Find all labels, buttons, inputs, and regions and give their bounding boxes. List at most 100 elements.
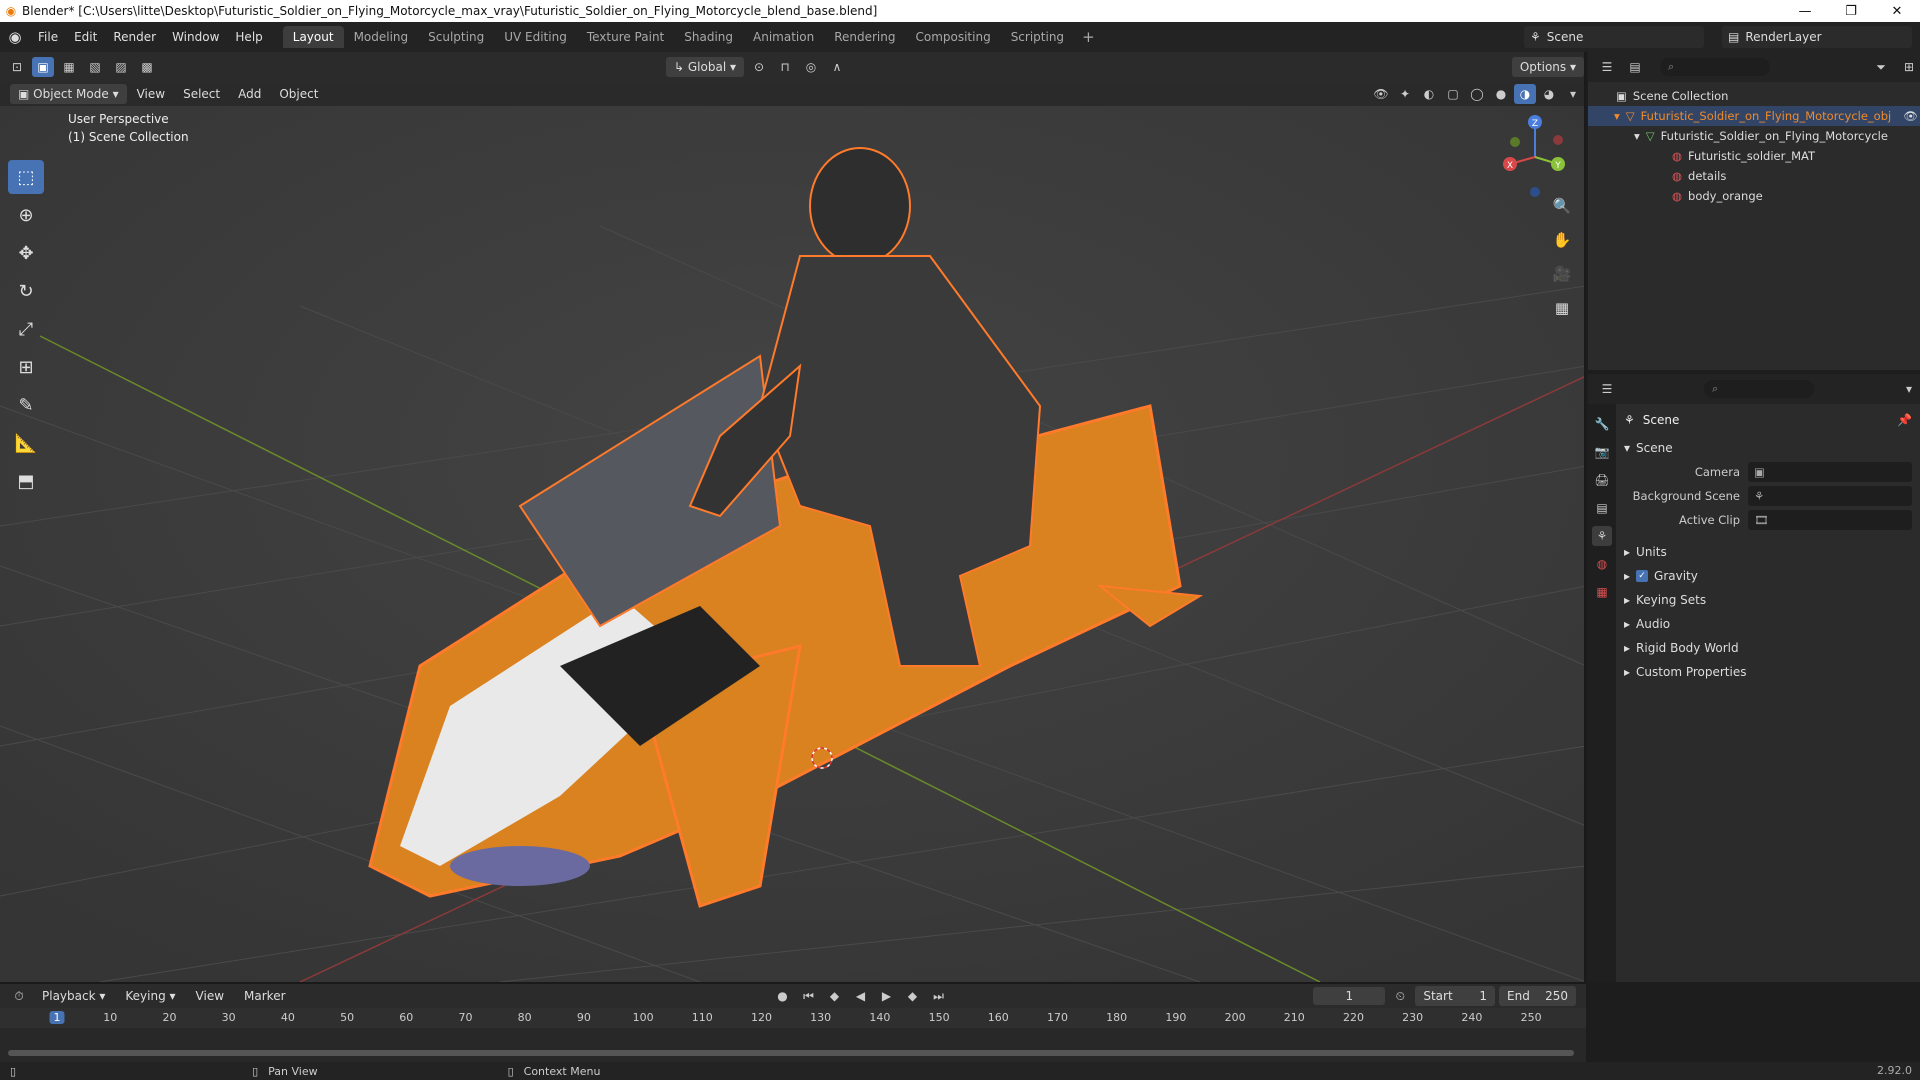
preview-range-icon[interactable]: ⏲ [1389,986,1411,1006]
neg-y-handle[interactable] [1510,137,1520,147]
tab-rendering[interactable]: Rendering [824,26,905,48]
play-icon[interactable]: ▶ [876,986,898,1006]
neg-z-handle[interactable] [1530,187,1540,197]
material-shading-icon[interactable]: ◑ [1514,84,1536,104]
close-button[interactable]: ✕ [1874,4,1920,19]
jump-end-icon[interactable]: ⏭ [928,986,950,1006]
object-mode-dropdown[interactable]: ▣ Object Mode ▾ [10,84,127,104]
timeline-ruler[interactable]: 1 10 20 30 40 50 60 70 80 90 100 110 120 130 140 150 160… [0,1008,1586,1028]
tab-uv-editing[interactable]: UV Editing [494,26,577,48]
eye-icon[interactable]: 👁 [1903,109,1920,123]
menu-add[interactable]: Add [230,87,269,101]
tab-compositing[interactable]: Compositing [905,26,1000,48]
visibility-icon[interactable]: 👁 [1370,84,1392,104]
add-workspace-icon[interactable]: + [1074,28,1103,46]
panel-keying-sets[interactable]: ▸ Keying Sets [1624,588,1912,612]
select-intersect-icon[interactable]: ▩ [136,57,158,77]
menu-object[interactable]: Object [271,87,326,101]
outliner-row-mesh[interactable]: ▾ ▽ Futuristic_Soldier_on_Flying_Motorcy… [1588,126,1920,146]
minimize-button[interactable]: — [1782,4,1828,19]
select-box-icon[interactable]: ▣ [32,57,54,77]
blender-menu-icon[interactable]: ◉ [0,28,30,46]
zoom-icon[interactable]: 🔍 [1548,192,1576,220]
rotate-tool-icon[interactable]: ↻ [8,274,44,308]
panel-units[interactable]: ▸ Units [1624,540,1912,564]
tab-texture-paint[interactable]: Texture Paint [577,26,674,48]
panel-gravity[interactable]: ▸ ✓ Gravity [1624,564,1912,588]
menu-help[interactable]: Help [227,30,270,44]
renderlayer-selector[interactable]: ▤ RenderLayer [1722,26,1912,48]
cursor-tool-icon[interactable]: ⊕ [8,198,44,232]
record-icon[interactable]: ● [772,986,794,1006]
menu-view[interactable]: View [129,87,173,101]
tab-shading[interactable]: Shading [674,26,743,48]
outliner-row-object[interactable]: ▾ ▽ Futuristic_Soldier_on_Flying_Motorcy… [1588,106,1920,126]
new-collection-icon[interactable]: ⊞ [1898,57,1920,77]
outliner-row-scene-collection[interactable]: ▣ Scene Collection [1588,86,1920,106]
scene-selector[interactable]: ⚘ Scene [1524,26,1704,48]
navigation-gizmo[interactable]: Z X Y [1490,112,1580,202]
render-tab-icon[interactable]: 📷 [1592,442,1612,462]
pivot-icon[interactable]: ⊙ [748,57,770,77]
proportional-edit-icon[interactable]: ◎ [800,57,822,77]
play-reverse-icon[interactable]: ◀ [850,986,872,1006]
frame-start-input[interactable]: Start 1 [1415,986,1496,1006]
select-extend-icon[interactable]: ▧ [84,57,106,77]
timeline-scrollbar[interactable] [8,1050,1574,1056]
xray-icon[interactable]: ▢ [1442,84,1464,104]
menu-keying[interactable]: Keying ▾ [117,989,183,1003]
outliner-row-material-1[interactable]: ◍ Futuristic_soldier_MAT [1588,146,1920,166]
tab-modeling[interactable]: Modeling [344,26,419,48]
menu-marker[interactable]: Marker [236,989,293,1003]
select-new-icon[interactable]: ▦ [58,57,80,77]
overlay-toggle-icon[interactable]: ◐ [1418,84,1440,104]
transform-orientation-dropdown[interactable]: ↳ Global ▾ [666,57,744,77]
menu-playback[interactable]: Playback ▾ [34,989,113,1003]
tool-tab-icon[interactable]: 🔧 [1592,414,1612,434]
snap-icon[interactable]: ⊓ [774,57,796,77]
frame-end-input[interactable]: End 250 [1499,986,1576,1006]
timeline-body[interactable] [0,1028,1586,1064]
pin-icon[interactable]: 📌 [1897,413,1912,427]
shading-options-icon[interactable]: ▾ [1562,84,1584,104]
filter-icon[interactable]: ⏷ [1870,57,1892,77]
current-frame-input[interactable]: 1 [1313,987,1386,1005]
view-layer-tab-icon[interactable]: ▤ [1592,498,1612,518]
panel-audio[interactable]: ▸ Audio [1624,612,1912,636]
menu-render[interactable]: Render [105,30,164,44]
outliner-row-material-3[interactable]: ◍ body_orange [1588,186,1920,206]
panel-scene[interactable]: ▾ Scene [1624,436,1912,460]
display-mode-icon[interactable]: ▤ [1624,57,1646,77]
tab-scripting[interactable]: Scripting [1001,26,1074,48]
menu-select[interactable]: Select [175,87,228,101]
outliner-row-material-2[interactable]: ◍ details [1588,166,1920,186]
tab-animation[interactable]: Animation [743,26,824,48]
active-clip-field[interactable]: 🎞 [1748,510,1912,530]
menu-timeline-view[interactable]: View [188,989,232,1003]
panel-rigid-body-world[interactable]: ▸ Rigid Body World [1624,636,1912,660]
wireframe-shading-icon[interactable]: ◯ [1466,84,1488,104]
playhead[interactable]: 1 [49,1011,65,1024]
panel-custom-properties[interactable]: ▸ Custom Properties [1624,660,1912,684]
select-tool-icon[interactable]: ⬚ [8,160,44,194]
pan-hand-icon[interactable]: ✋ [1548,226,1576,254]
prev-keyframe-icon[interactable]: ◆ [824,986,846,1006]
outliner-search-input[interactable]: ⌕ [1660,58,1770,76]
properties-menu-icon[interactable]: ▾ [1898,379,1920,399]
gizmo-toggle-icon[interactable]: ✦ [1394,84,1416,104]
menu-file[interactable]: File [30,30,66,44]
solid-shading-icon[interactable]: ● [1490,84,1512,104]
background-scene-field[interactable]: ⚘ [1748,486,1912,506]
menu-window[interactable]: Window [164,30,227,44]
scene-tab-icon[interactable]: ⚘ [1592,526,1612,546]
neg-x-handle[interactable] [1553,135,1563,145]
editor-type-icon[interactable]: ⊡ [6,57,28,77]
restore-button[interactable]: ❐ [1828,4,1874,19]
next-keyframe-icon[interactable]: ◆ [902,986,924,1006]
measure-tool-icon[interactable]: 📐 [8,426,44,460]
gravity-checkbox[interactable]: ✓ [1636,570,1649,582]
menu-edit[interactable]: Edit [66,30,105,44]
annotate-tool-icon[interactable]: ✎ [8,388,44,422]
outliner-editor-icon[interactable]: ☰ [1596,57,1618,77]
timeline-editor-icon[interactable]: ⏱ [8,986,30,1006]
